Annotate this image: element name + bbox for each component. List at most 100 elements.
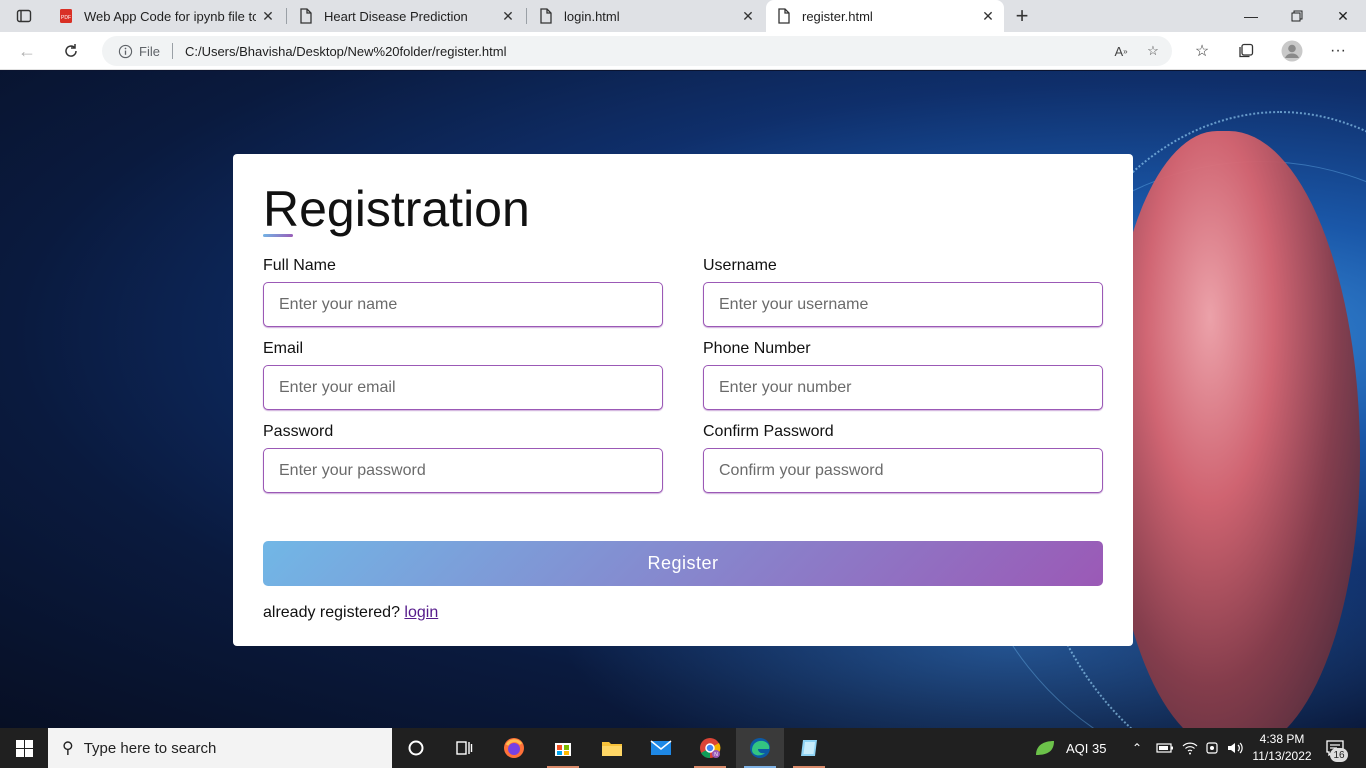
notification-count-badge: 16 xyxy=(1330,748,1348,762)
taskbar: ⚲ Type here to search N AQI 35 ⌃ 4:38 PM… xyxy=(0,728,1366,768)
firefox-icon[interactable] xyxy=(490,728,538,768)
search-placeholder: Type here to search xyxy=(83,739,217,757)
battery-icon[interactable] xyxy=(1156,728,1174,768)
minimize-button[interactable]: — xyxy=(1228,0,1274,32)
url-field[interactable]: File C:/Users/Bhavisha/Desktop/New%20fol… xyxy=(102,36,1172,66)
back-button[interactable]: ← xyxy=(12,37,42,65)
aqi-value: AQI 35 xyxy=(1066,740,1107,756)
close-icon[interactable]: ✕ xyxy=(736,4,760,28)
password-input[interactable] xyxy=(263,448,663,493)
phone-group: Phone Number xyxy=(703,340,1103,410)
start-button[interactable] xyxy=(0,728,48,768)
username-group: Username xyxy=(703,257,1103,327)
confirm-password-label: Confirm Password xyxy=(703,423,834,440)
add-favorite-icon[interactable]: ☆ xyxy=(1140,38,1166,64)
volume-icon[interactable] xyxy=(1227,728,1245,768)
username-label: Username xyxy=(703,257,777,274)
svg-text:N: N xyxy=(714,752,718,758)
site-info-button[interactable]: File xyxy=(118,44,160,59)
security-label: File xyxy=(139,43,160,59)
page-viewport: Registration Full Name Username Email Ph… xyxy=(0,71,1366,728)
full-name-input[interactable] xyxy=(263,282,663,327)
refresh-button[interactable] xyxy=(56,37,86,65)
page-icon xyxy=(298,8,314,24)
info-icon xyxy=(118,44,133,58)
tab-login[interactable]: login.html ✕ xyxy=(528,0,764,32)
taskbar-search-box[interactable]: ⚲ Type here to search xyxy=(48,728,392,768)
close-window-button[interactable]: ✕ xyxy=(1320,0,1366,32)
close-icon[interactable]: ✕ xyxy=(256,4,280,28)
already-registered-label: already registered? xyxy=(263,604,400,621)
tab-separator xyxy=(286,8,287,24)
back-arrow-icon: ← xyxy=(18,40,36,61)
chevron-up-icon: ⌃ xyxy=(1132,741,1143,755)
restore-button[interactable] xyxy=(1274,0,1320,32)
plus-icon: + xyxy=(1015,3,1029,28)
pdf-icon: PDF xyxy=(58,8,74,24)
chrome-icon[interactable]: N xyxy=(686,728,734,768)
tab-register[interactable]: register.html ✕ xyxy=(766,0,1004,32)
task-view-icon[interactable] xyxy=(440,728,488,768)
tab-web-app-code[interactable]: PDF Web App Code for ipynb file to f ✕ xyxy=(48,0,284,32)
email-input[interactable] xyxy=(263,365,663,410)
mail-icon[interactable] xyxy=(637,728,685,768)
page-icon xyxy=(776,8,792,24)
taskbar-clock[interactable]: 4:38 PM 11/13/2022 xyxy=(1248,731,1316,765)
tab-actions-icon xyxy=(16,9,32,23)
show-hidden-icons-button[interactable]: ⌃ xyxy=(1132,728,1142,768)
already-registered-text: already registered? login xyxy=(263,604,438,622)
store-icon[interactable] xyxy=(539,728,587,768)
email-label: Email xyxy=(263,340,304,357)
email-group: Email xyxy=(263,340,663,410)
leaf-icon xyxy=(1036,741,1054,755)
favorites-icon[interactable]: ☆ xyxy=(1187,37,1217,65)
browser-tab-bar: PDF Web App Code for ipynb file to f ✕ H… xyxy=(0,0,1366,32)
page-icon xyxy=(538,8,554,24)
profile-avatar-icon[interactable] xyxy=(1277,37,1307,65)
cortana-icon[interactable] xyxy=(392,728,440,768)
app-window-icon[interactable] xyxy=(785,728,833,768)
svg-text:PDF: PDF xyxy=(61,15,71,21)
collections-icon[interactable] xyxy=(1231,37,1261,65)
login-link[interactable]: login xyxy=(404,604,438,621)
register-button[interactable]: Register xyxy=(263,541,1103,586)
tab-title: login.html xyxy=(564,8,620,24)
page-title: Registration xyxy=(263,181,530,237)
full-name-label: Full Name xyxy=(263,257,336,274)
clock-time: 4:38 PM xyxy=(1259,732,1305,746)
username-input[interactable] xyxy=(703,282,1103,327)
full-name-group: Full Name xyxy=(263,257,663,327)
tab-title: register.html xyxy=(802,8,873,24)
close-icon[interactable]: ✕ xyxy=(976,4,1000,28)
refresh-icon xyxy=(65,44,77,57)
edge-icon[interactable] xyxy=(736,728,784,768)
title-underline xyxy=(263,234,293,237)
address-bar: ← File C:/Users/Bhavisha/Desktop/New%20f… xyxy=(0,32,1366,70)
close-icon: ✕ xyxy=(1337,7,1349,24)
tab-actions-button[interactable] xyxy=(0,0,48,32)
wifi-icon[interactable] xyxy=(1182,728,1198,768)
url-text[interactable]: C:/Users/Bhavisha/Desktop/New%20folder/r… xyxy=(185,44,1108,59)
new-tab-button[interactable]: + xyxy=(1008,2,1036,30)
tab-separator xyxy=(526,8,527,24)
aqi-widget[interactable]: AQI 35 xyxy=(1034,728,1106,768)
close-icon[interactable]: ✕ xyxy=(496,4,520,28)
phone-input[interactable] xyxy=(703,365,1103,410)
search-icon: ⚲ xyxy=(62,740,74,757)
confirm-password-group: Confirm Password xyxy=(703,423,1103,493)
windows-logo-icon xyxy=(15,739,33,757)
device-icon[interactable] xyxy=(1205,728,1219,768)
password-group: Password xyxy=(263,423,663,493)
restore-icon xyxy=(1291,10,1303,22)
tab-heart-disease-prediction[interactable]: Heart Disease Prediction ✕ xyxy=(288,0,524,32)
file-explorer-icon[interactable] xyxy=(588,728,636,768)
confirm-password-input[interactable] xyxy=(703,448,1103,493)
phone-label: Phone Number xyxy=(703,340,811,357)
registration-card: Registration Full Name Username Email Ph… xyxy=(233,154,1133,646)
tab-title: Heart Disease Prediction xyxy=(324,8,468,24)
tab-title: Web App Code for ipynb file to f xyxy=(84,8,256,24)
more-menu-icon[interactable]: ··· xyxy=(1323,37,1353,65)
read-aloud-icon[interactable]: A» xyxy=(1108,38,1134,64)
password-label: Password xyxy=(263,423,334,440)
clock-date: 11/13/2022 xyxy=(1252,749,1312,763)
